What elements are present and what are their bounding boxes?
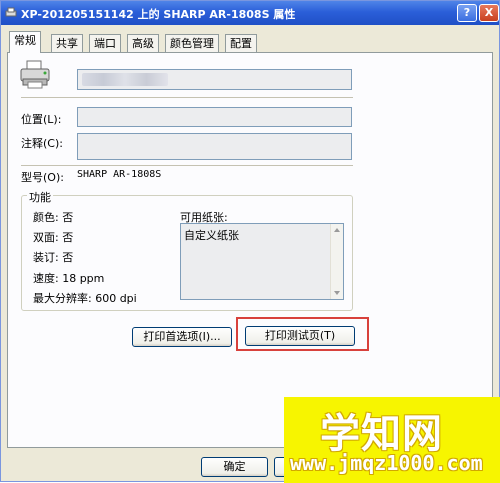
- feature-max-resolution: 最大分辨率: 600 dpi: [33, 292, 137, 305]
- printer-window-icon: [5, 7, 17, 17]
- title-bar: XP-201205151142 上的 SHARP AR-1808S 属性 ? X: [1, 1, 499, 25]
- print-test-page-button[interactable]: 打印测试页(T): [245, 326, 355, 346]
- comment-label: 注释(C):: [21, 137, 63, 150]
- close-button[interactable]: X: [479, 4, 499, 22]
- feature-speed: 速度: 18 ppm: [33, 272, 105, 285]
- list-item[interactable]: 自定义纸张: [184, 227, 239, 243]
- ok-button[interactable]: 确定: [201, 457, 268, 477]
- tab-sharing[interactable]: 共享: [51, 34, 83, 52]
- separator: [21, 165, 353, 166]
- scroll-up-icon[interactable]: [334, 228, 340, 232]
- tab-general[interactable]: 常规: [9, 31, 41, 53]
- list-scrollbar[interactable]: [330, 224, 343, 299]
- printer-name-blur: [82, 73, 168, 86]
- scroll-down-icon[interactable]: [334, 291, 340, 295]
- print-preferences-button[interactable]: 打印首选项(I)...: [132, 327, 232, 347]
- tab-ports[interactable]: 端口: [89, 34, 121, 52]
- location-input[interactable]: [77, 107, 352, 127]
- feature-duplex: 双面: 否: [33, 231, 74, 244]
- model-value: SHARP AR-1808S: [77, 169, 162, 180]
- tab-configuration[interactable]: 配置: [225, 34, 257, 52]
- features-legend: 功能: [27, 189, 53, 205]
- tab-advanced[interactable]: 高级: [127, 34, 159, 52]
- help-button[interactable]: ?: [457, 4, 477, 22]
- printer-icon: [20, 60, 50, 89]
- printer-name-field[interactable]: [77, 69, 352, 90]
- feature-staple: 装订: 否: [33, 251, 74, 264]
- window-title: XP-201205151142 上的 SHARP AR-1808S 属性: [21, 8, 296, 21]
- watermark-url: www.jmqz1000.com: [290, 451, 483, 475]
- watermark-logo: 学知网 www.jmqz1000.com: [284, 397, 500, 483]
- comment-input[interactable]: [77, 133, 352, 160]
- separator: [21, 97, 353, 98]
- feature-color: 颜色: 否: [33, 211, 74, 224]
- properties-dialog: XP-201205151142 上的 SHARP AR-1808S 属性 ? X…: [0, 0, 500, 483]
- model-label: 型号(O):: [21, 171, 64, 184]
- location-label: 位置(L):: [21, 113, 62, 126]
- available-paper-list[interactable]: 自定义纸张: [180, 223, 344, 300]
- tab-color-management[interactable]: 颜色管理: [165, 34, 219, 52]
